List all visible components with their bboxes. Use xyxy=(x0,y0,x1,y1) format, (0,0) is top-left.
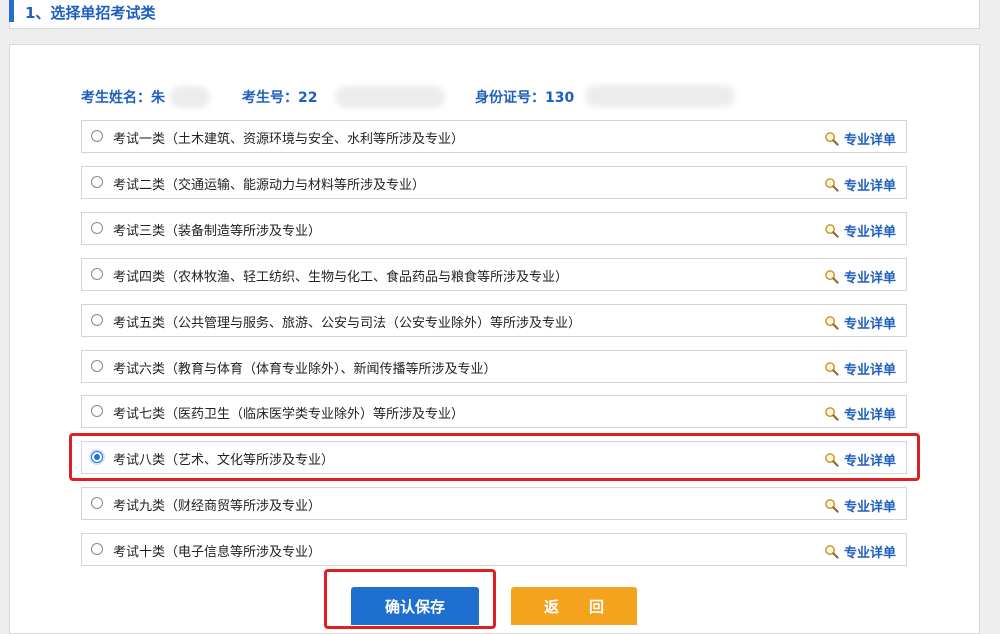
student-number: 考生号：22 xyxy=(242,87,317,107)
major-detail-link[interactable]: 专业详单 xyxy=(824,359,896,378)
exam-option-row[interactable]: 考试二类（交通运输、能源动力与材料等所涉及专业） 专业详单 xyxy=(81,166,907,199)
magnifier-icon xyxy=(824,177,839,192)
exam-option-row[interactable]: 考试六类（教育与体育（体育专业除外）、新闻传播等所涉及专业） 专业详单 xyxy=(81,350,907,383)
exam-option-radio[interactable] xyxy=(91,314,103,326)
magnifier-icon xyxy=(824,498,839,513)
major-detail-link[interactable]: 专业详单 xyxy=(824,267,896,286)
exam-option-row[interactable]: 考试十类（电子信息等所涉及专业） 专业详单 xyxy=(81,533,907,566)
student-number-value: 22 xyxy=(298,90,318,106)
exam-option-row[interactable]: 考试五类（公共管理与服务、旅游、公安与司法（公安专业除外）等所涉及专业） 专业详单 xyxy=(81,304,907,337)
redaction-blur xyxy=(585,85,735,107)
major-detail-link[interactable]: 专业详单 xyxy=(824,496,896,515)
exam-option-label: 考试六类（教育与体育（体育专业除外）、新闻传播等所涉及专业） xyxy=(113,362,497,377)
student-number-label: 考生号： xyxy=(242,90,298,106)
major-detail-label: 专业详单 xyxy=(843,270,896,286)
major-detail-label: 专业详单 xyxy=(843,362,896,378)
exam-option-radio[interactable] xyxy=(91,268,103,280)
major-detail-label: 专业详单 xyxy=(843,453,896,469)
exam-option-label: 考试四类（农林牧渔、轻工纺织、生物与化工、食品药品与粮食等所涉及专业） xyxy=(113,270,569,285)
exam-option-radio[interactable] xyxy=(91,497,103,509)
exam-option-radio[interactable] xyxy=(91,222,103,234)
student-id: 身份证号：130 xyxy=(475,87,574,107)
major-detail-link[interactable]: 专业详单 xyxy=(824,450,896,469)
magnifier-icon xyxy=(824,223,839,238)
major-detail-link[interactable]: 专业详单 xyxy=(824,175,896,194)
student-name-value: 朱 xyxy=(151,90,165,106)
major-detail-label: 专业详单 xyxy=(843,545,896,561)
exam-option-label: 考试三类（装备制造等所涉及专业） xyxy=(113,224,322,239)
exam-option-label: 考试九类（财经商贸等所涉及专业） xyxy=(113,499,322,514)
magnifier-icon xyxy=(824,406,839,421)
magnifier-icon xyxy=(824,269,839,284)
exam-option-radio[interactable] xyxy=(91,360,103,372)
major-detail-label: 专业详单 xyxy=(843,407,896,423)
section-title: 1、选择单招考试类 xyxy=(25,4,156,22)
major-detail-label: 专业详单 xyxy=(843,224,896,240)
exam-option-radio[interactable] xyxy=(91,405,103,417)
exam-option-row[interactable]: 考试四类（农林牧渔、轻工纺织、生物与化工、食品药品与粮食等所涉及专业） 专业详单 xyxy=(81,258,907,291)
back-button[interactable]: 返 回 xyxy=(511,587,637,625)
exam-option-radio[interactable] xyxy=(91,176,103,188)
exam-option-row[interactable]: 考试一类（土木建筑、资源环境与安全、水利等所涉及专业） 专业详单 xyxy=(81,120,907,153)
exam-option-radio[interactable] xyxy=(91,543,103,555)
exam-option-row[interactable]: 考试九类（财经商贸等所涉及专业） 专业详单 xyxy=(81,487,907,520)
major-detail-link[interactable]: 专业详单 xyxy=(824,404,896,423)
redaction-blur xyxy=(335,86,445,108)
redaction-blur xyxy=(170,86,210,108)
magnifier-icon xyxy=(824,452,839,467)
major-detail-label: 专业详单 xyxy=(843,316,896,332)
magnifier-icon xyxy=(824,544,839,559)
student-name: 考生姓名：朱 xyxy=(81,87,165,107)
exam-option-row[interactable]: 考试八类（艺术、文化等所涉及专业） 专业详单 xyxy=(81,441,907,474)
exam-option-label: 考试二类（交通运输、能源动力与材料等所涉及专业） xyxy=(113,178,426,193)
major-detail-label: 专业详单 xyxy=(843,178,896,194)
exam-option-label: 考试七类（医药卫生（临床医学类专业除外）等所涉及专业） xyxy=(113,407,465,422)
exam-option-label: 考试五类（公共管理与服务、旅游、公安与司法（公安专业除外）等所涉及专业） xyxy=(113,316,582,331)
major-detail-label: 专业详单 xyxy=(843,132,896,148)
exam-option-radio[interactable] xyxy=(91,451,103,463)
magnifier-icon xyxy=(824,315,839,330)
major-detail-link[interactable]: 专业详单 xyxy=(824,221,896,240)
student-name-label: 考生姓名： xyxy=(81,90,151,106)
confirm-save-button[interactable]: 确认保存 xyxy=(351,587,479,625)
exam-option-label: 考试八类（艺术、文化等所涉及专业） xyxy=(113,453,335,468)
major-detail-link[interactable]: 专业详单 xyxy=(824,313,896,332)
major-detail-link[interactable]: 专业详单 xyxy=(824,129,896,148)
exam-option-row[interactable]: 考试七类（医药卫生（临床医学类专业除外）等所涉及专业） 专业详单 xyxy=(81,395,907,428)
student-id-label: 身份证号： xyxy=(475,90,545,106)
section-accent-bar xyxy=(9,0,14,22)
exam-option-label: 考试一类（土木建筑、资源环境与安全、水利等所涉及专业） xyxy=(113,132,465,147)
exam-option-row[interactable]: 考试三类（装备制造等所涉及专业） 专业详单 xyxy=(81,212,907,245)
student-id-value: 130 xyxy=(545,90,575,106)
magnifier-icon xyxy=(824,361,839,376)
exam-option-radio[interactable] xyxy=(91,130,103,142)
exam-option-label: 考试十类（电子信息等所涉及专业） xyxy=(113,545,322,560)
major-detail-link[interactable]: 专业详单 xyxy=(824,542,896,561)
magnifier-icon xyxy=(824,131,839,146)
major-detail-label: 专业详单 xyxy=(843,499,896,515)
